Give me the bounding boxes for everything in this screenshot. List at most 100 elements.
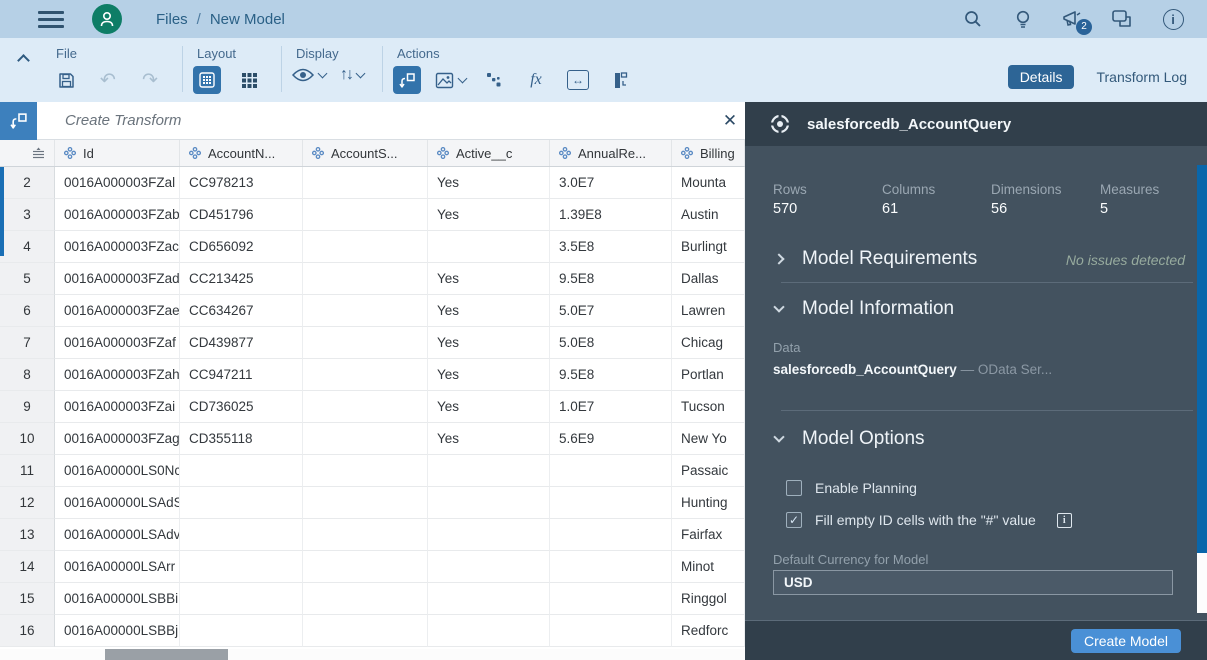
table-cell[interactable]: [303, 295, 428, 327]
table-cell[interactable]: [428, 583, 550, 615]
table-row[interactable]: 60016A000003FZaeCC634267Yes5.0E7Lawren: [0, 295, 745, 327]
table-cell[interactable]: [550, 551, 672, 583]
table-cell[interactable]: [180, 519, 303, 551]
table-cell[interactable]: 1.39E8: [550, 199, 672, 231]
row-number[interactable]: 10: [0, 423, 55, 455]
smart-wrangling-dropdown[interactable]: [435, 72, 466, 89]
details-tab[interactable]: Details: [1008, 65, 1075, 89]
table-cell[interactable]: [303, 327, 428, 359]
row-number[interactable]: 3: [0, 199, 55, 231]
row-number[interactable]: 6: [0, 295, 55, 327]
avatar[interactable]: [92, 4, 122, 34]
table-cell[interactable]: Yes: [428, 423, 550, 455]
save-button[interactable]: [52, 66, 80, 94]
table-cell[interactable]: [303, 231, 428, 263]
table-row[interactable]: 50016A000003FZadCC213425Yes9.5E8Dallas: [0, 263, 745, 295]
table-row[interactable]: 80016A000003FZahCC947211Yes9.5E8Portlan: [0, 359, 745, 391]
table-cell[interactable]: 3.5E8: [550, 231, 672, 263]
redo-button[interactable]: ↷: [136, 66, 164, 94]
table-cell[interactable]: [303, 551, 428, 583]
column-header-accountsource[interactable]: AccountS...: [303, 140, 428, 166]
column-header-annualrevenue[interactable]: AnnualRe...: [550, 140, 672, 166]
section-model-requirements[interactable]: Model Requirements: [775, 248, 977, 270]
table-cell[interactable]: CD355118: [180, 423, 303, 455]
table-cell[interactable]: Hunting: [672, 487, 745, 519]
row-number[interactable]: 16: [0, 615, 55, 647]
row-number[interactable]: 2: [0, 167, 55, 199]
table-cell[interactable]: 3.0E7: [550, 167, 672, 199]
table-cell[interactable]: Mounta: [672, 167, 745, 199]
table-row[interactable]: 140016A00000LSArrMinot: [0, 551, 745, 583]
table-cell[interactable]: [428, 519, 550, 551]
table-cell[interactable]: [550, 487, 672, 519]
custom-expression-button[interactable]: ↔: [564, 66, 592, 94]
table-cell[interactable]: Yes: [428, 263, 550, 295]
table-row[interactable]: 150016A00000LSBBiRinggol: [0, 583, 745, 615]
table-cell[interactable]: 0016A00000LSAdv: [55, 519, 180, 551]
table-cell[interactable]: 9.5E8: [550, 263, 672, 295]
visibility-dropdown[interactable]: [292, 68, 326, 82]
row-number[interactable]: 13: [0, 519, 55, 551]
row-number[interactable]: 11: [0, 455, 55, 487]
search-icon[interactable]: [961, 7, 985, 31]
checkbox[interactable]: ✓: [786, 512, 802, 528]
table-cell[interactable]: [303, 487, 428, 519]
column-actions-button[interactable]: [606, 66, 634, 94]
table-cell[interactable]: [550, 583, 672, 615]
table-cell[interactable]: [550, 455, 672, 487]
row-number[interactable]: 9: [0, 391, 55, 423]
vertical-scrollbar-left[interactable]: [0, 167, 4, 256]
table-cell[interactable]: [303, 167, 428, 199]
table-row[interactable]: 160016A00000LSBBj Redforc: [0, 615, 745, 647]
table-cell[interactable]: [428, 455, 550, 487]
table-cell[interactable]: Minot: [672, 551, 745, 583]
table-row[interactable]: 20016A000003FZalCC978213Yes3.0E7Mounta: [0, 167, 745, 199]
chat-icon[interactable]: [1111, 7, 1135, 31]
table-cell[interactable]: CD451796: [180, 199, 303, 231]
table-cell[interactable]: [180, 583, 303, 615]
table-cell[interactable]: [550, 519, 672, 551]
row-number[interactable]: 12: [0, 487, 55, 519]
hierarchy-button[interactable]: [480, 66, 508, 94]
create-transform-button[interactable]: [393, 66, 421, 94]
hamburger-menu-icon[interactable]: [38, 11, 64, 28]
panel-scrollbar-track[interactable]: [1197, 553, 1207, 613]
table-cell[interactable]: 0016A000003FZad: [55, 263, 180, 295]
table-cell[interactable]: Yes: [428, 391, 550, 423]
row-number[interactable]: 14: [0, 551, 55, 583]
table-row[interactable]: 120016A00000LSAdSHunting: [0, 487, 745, 519]
table-row[interactable]: 90016A000003FZaiCD736025Yes1.0E7Tucson: [0, 391, 745, 423]
row-number[interactable]: 4: [0, 231, 55, 263]
help-icon[interactable]: i: [1161, 7, 1185, 31]
table-cell[interactable]: Chicag: [672, 327, 745, 359]
table-cell[interactable]: [180, 455, 303, 487]
announcements-icon[interactable]: 2: [1061, 7, 1085, 31]
table-row[interactable]: 100016A000003FZagCD355118Yes5.6E9New Yo: [0, 423, 745, 455]
table-cell[interactable]: [303, 455, 428, 487]
table-cell[interactable]: 0016A000003FZai: [55, 391, 180, 423]
create-model-button[interactable]: Create Model: [1071, 629, 1181, 653]
table-cell[interactable]: 1.0E7: [550, 391, 672, 423]
table-cell[interactable]: 0016A00000LSBBj: [55, 615, 180, 647]
table-cell[interactable]: Yes: [428, 167, 550, 199]
table-cell[interactable]: Fairfax: [672, 519, 745, 551]
table-cell[interactable]: [303, 583, 428, 615]
table-cell[interactable]: [428, 551, 550, 583]
table-cell[interactable]: [428, 487, 550, 519]
table-cell[interactable]: 9.5E8: [550, 359, 672, 391]
table-cell[interactable]: Ringgol: [672, 583, 745, 615]
table-cell[interactable]: Redforc: [672, 615, 745, 647]
table-cell[interactable]: CD439877: [180, 327, 303, 359]
table-cell[interactable]: CD736025: [180, 391, 303, 423]
table-cell[interactable]: 0016A000003FZaf: [55, 327, 180, 359]
table-cell[interactable]: 5.6E9: [550, 423, 672, 455]
table-cell[interactable]: New Yo: [672, 423, 745, 455]
table-cell[interactable]: CC213425: [180, 263, 303, 295]
table-cell[interactable]: [180, 487, 303, 519]
transform-bar-icon-box[interactable]: [0, 102, 37, 140]
table-cell[interactable]: [303, 263, 428, 295]
table-row[interactable]: 70016A000003FZafCD439877Yes5.0E8Chicag: [0, 327, 745, 359]
column-header-active[interactable]: Active__c: [428, 140, 550, 166]
row-number[interactable]: 7: [0, 327, 55, 359]
fill-empty-id-checkbox-row[interactable]: ✓ Fill empty ID cells with the "#" value…: [786, 512, 1072, 528]
